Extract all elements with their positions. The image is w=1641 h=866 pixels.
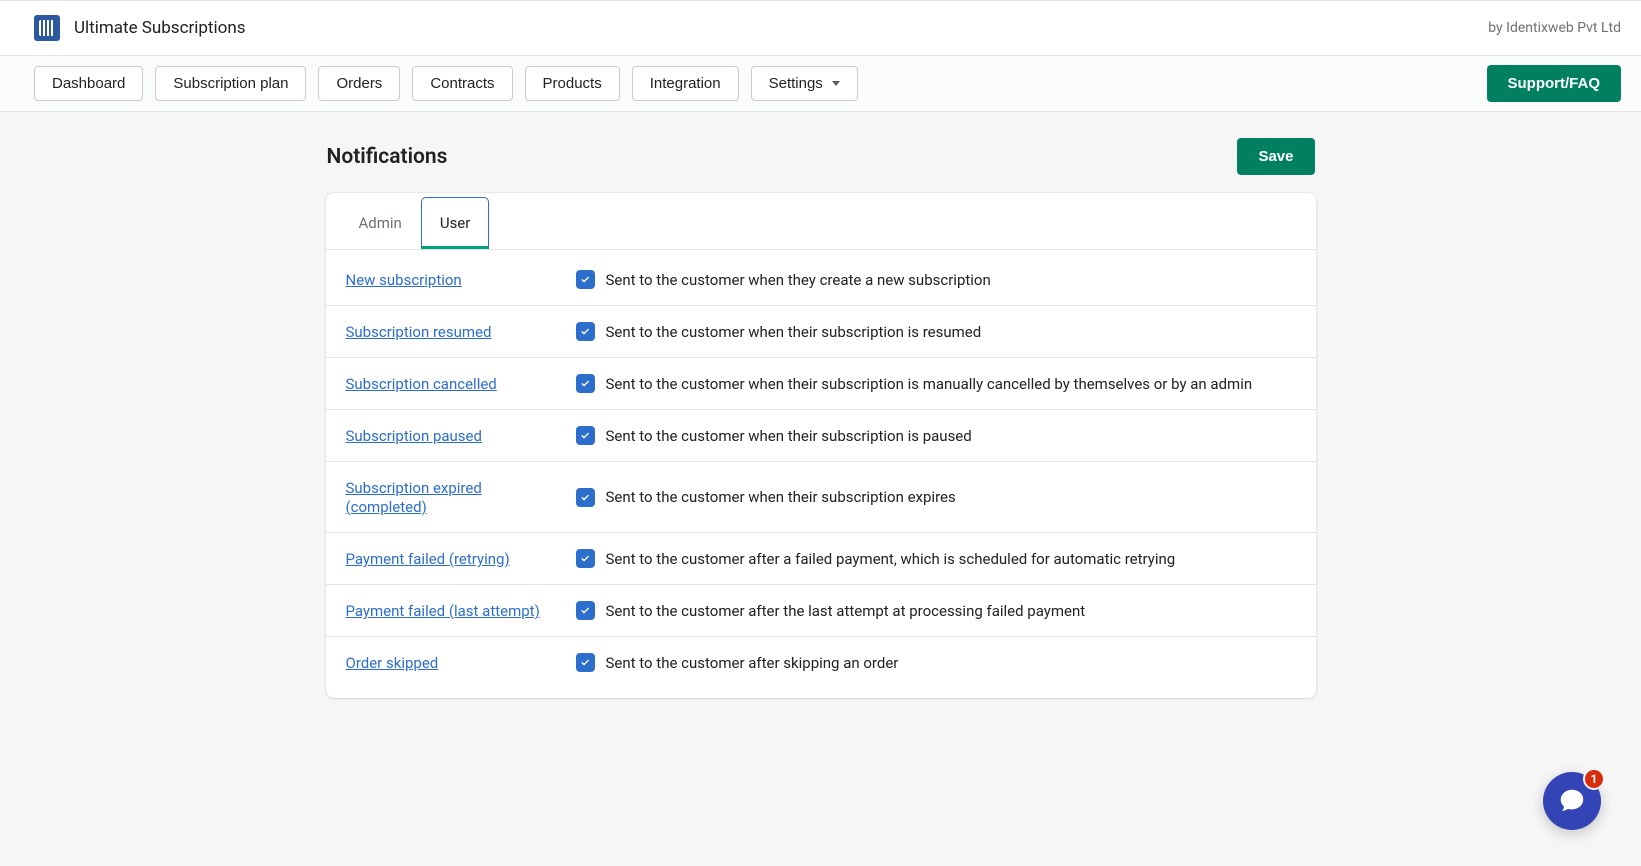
notifications-card: Admin User New subscription Sent to the c… [326,193,1316,698]
notification-name-link[interactable]: Subscription paused [346,427,482,445]
notification-name-cell: Subscription resumed [346,322,566,341]
tab-user[interactable]: User [421,197,490,249]
notification-checkbox[interactable] [576,601,595,620]
nav-products[interactable]: Products [525,66,620,101]
notification-checkbox[interactable] [576,549,595,568]
byline: by Identixweb Pvt Ltd [1488,20,1621,36]
notification-checkbox[interactable] [576,322,595,341]
notification-name-cell: New subscription [346,270,566,289]
notification-name-link[interactable]: Payment failed (last attempt) [346,602,540,620]
notification-name-cell: Subscription cancelled [346,374,566,393]
notification-row: Payment failed (last attempt) Sent to the… [326,585,1316,637]
page-title: Notifications [327,145,448,169]
notification-desc: Sent to the customer when their subscrip… [606,375,1253,393]
notification-row: Subscription paused Sent to the customer … [326,410,1316,462]
top-bar: Ultimate Subscriptions by Identixweb Pvt… [0,1,1641,56]
chat-badge: 1 [1583,768,1605,790]
tab-admin[interactable]: Admin [340,197,421,249]
notification-checkbox[interactable] [576,653,595,672]
notification-checkbox[interactable] [576,426,595,445]
notification-desc: Sent to the customer when their subscrip… [606,323,982,341]
notification-row: Subscription cancelled Sent to the custom… [326,358,1316,410]
notification-list: New subscription Sent to the customer whe… [326,250,1316,698]
caret-down-icon [832,81,840,86]
notification-desc: Sent to the customer when they create a … [606,271,991,289]
nav-contracts[interactable]: Contracts [412,66,512,101]
notification-name-link[interactable]: Subscription expired (completed) [346,479,482,516]
notification-row: Order skipped Sent to the customer after … [326,637,1316,688]
app-icon [34,15,60,41]
nav-settings[interactable]: Settings [751,66,858,101]
chat-fab[interactable]: 1 [1543,772,1601,830]
notification-name-cell: Subscription paused [346,426,566,445]
app-title: Ultimate Subscriptions [74,18,245,38]
notification-name-cell: Subscription expired (completed) [346,478,566,516]
notification-name-cell: Payment failed (last attempt) [346,601,566,620]
notification-desc: Sent to the customer after skipping an o… [606,654,899,672]
notification-row: Subscription resumed Sent to the customer… [326,306,1316,358]
notification-name-link[interactable]: Payment failed (retrying) [346,550,510,568]
chat-icon [1557,786,1587,816]
save-button[interactable]: Save [1237,138,1314,175]
notification-checkbox[interactable] [576,270,595,289]
notification-checkbox[interactable] [576,374,595,393]
nav-orders[interactable]: Orders [318,66,400,101]
notification-desc: Sent to the customer after a failed paym… [606,550,1176,568]
notification-name-cell: Payment failed (retrying) [346,549,566,568]
nav-integration[interactable]: Integration [632,66,739,101]
nav-bar: Dashboard Subscription plan Orders Contr… [0,56,1641,112]
tabs: Admin User [326,193,1316,250]
nav-subscription-plan[interactable]: Subscription plan [155,66,306,101]
notification-desc: Sent to the customer when their subscrip… [606,488,956,506]
notification-desc: Sent to the customer after the last atte… [606,602,1086,620]
notification-checkbox[interactable] [576,488,595,507]
notification-row: Payment failed (retrying) Sent to the cus… [326,533,1316,585]
notification-desc: Sent to the customer when their subscrip… [606,427,972,445]
notification-name-link[interactable]: Subscription cancelled [346,375,497,393]
notification-row: Subscription expired (completed) Sent to … [326,462,1316,533]
notification-name-cell: Order skipped [346,653,566,672]
notification-name-link[interactable]: Order skipped [346,654,439,672]
support-faq-button[interactable]: Support/FAQ [1487,65,1622,102]
notification-row: New subscription Sent to the customer whe… [326,254,1316,306]
notification-name-link[interactable]: New subscription [346,271,462,289]
nav-settings-label: Settings [769,75,823,92]
notification-name-link[interactable]: Subscription resumed [346,323,492,341]
nav-dashboard[interactable]: Dashboard [34,66,143,101]
